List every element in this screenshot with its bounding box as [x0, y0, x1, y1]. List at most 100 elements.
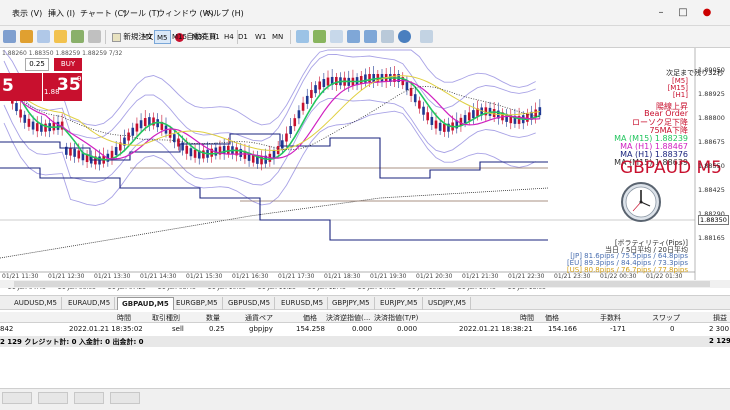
- zoom-in-icon[interactable]: [347, 30, 360, 43]
- timeframe-h1[interactable]: H1: [208, 30, 222, 44]
- cell-close-price: 154.166: [548, 325, 577, 333]
- candle-body: [114, 147, 118, 156]
- chart-tabs: AUDUSD,M5 EURAUD,M5 GBPAUD,M5 EURGBP,M5 …: [0, 295, 730, 310]
- tile-windows-icon[interactable]: [381, 30, 394, 43]
- ma-yellow-line: [3, 75, 540, 151]
- maximize-icon[interactable]: □: [676, 6, 690, 20]
- terminal-tab-4[interactable]: [110, 392, 140, 404]
- menu-chart[interactable]: チャート (C): [80, 8, 126, 19]
- long-term-ma: [0, 187, 549, 259]
- channel-lower: [0, 167, 548, 241]
- col-profit[interactable]: 損益: [713, 313, 727, 323]
- window-controls: – □ ●: [654, 6, 724, 20]
- time-tick-label-top: 01/21 11:30: [2, 273, 39, 280]
- candle-body: [372, 74, 375, 82]
- candle-body: [293, 118, 297, 127]
- chart-area[interactable]: 1.88260 1.88350 1.88259 1.88259 7/32 0.2…: [0, 48, 730, 296]
- navigator-icon[interactable]: [54, 30, 67, 43]
- mt4-window: 表示 (V) 挿入 (I) チャート (C) ツール (T) ウィンドウ (W)…: [0, 0, 730, 410]
- ma-dotted-line: [3, 82, 540, 151]
- timeframe-mn[interactable]: MN: [270, 30, 285, 44]
- candle-body: [189, 148, 193, 157]
- candle-body: [131, 127, 135, 136]
- col-take-profit[interactable]: 決済指値(T/P): [374, 313, 418, 323]
- candle-body: [430, 116, 434, 125]
- col-symbol[interactable]: 通貨ペア: [245, 313, 273, 323]
- tab-euraud[interactable]: EURAUD,M5: [64, 297, 116, 310]
- price-tick-label: 1.88800: [698, 114, 725, 122]
- sell-price-box[interactable]: 5: [0, 73, 42, 101]
- balance-row: 2 129 クレジット計: 0 入金計: 0 出金計: 0 2 129: [0, 336, 730, 347]
- tab-gbpjpy[interactable]: GBPJPY,M5: [328, 297, 375, 310]
- cell-take-profit: 0.000: [397, 325, 418, 333]
- timeframe-w1[interactable]: W1: [253, 30, 268, 44]
- terminal-tab-1[interactable]: [2, 392, 32, 404]
- analog-clock-icon: [621, 182, 661, 222]
- menu-tools[interactable]: ツール (T): [122, 8, 160, 19]
- buy-price-box[interactable]: 1.88 35 9: [42, 73, 82, 101]
- menu-insert[interactable]: 挿入 (I): [48, 8, 75, 19]
- candle-body: [326, 77, 330, 86]
- terminal-tab-2[interactable]: [38, 392, 68, 404]
- candle-body: [227, 145, 230, 154]
- candle-body: [318, 81, 321, 90]
- price-tick-label: 1.88550: [698, 162, 725, 170]
- col-swap[interactable]: スワップ: [652, 313, 680, 323]
- templates-icon[interactable]: [420, 30, 433, 43]
- price-tick-label: 1.89050: [698, 66, 725, 74]
- time-tick-label-top: 01/21 15:30: [186, 273, 223, 280]
- candle-body: [185, 145, 189, 154]
- timeframe-m30[interactable]: M30: [190, 30, 209, 44]
- bar-chart-icon[interactable]: [296, 30, 309, 43]
- timeframe-h4[interactable]: H4: [222, 30, 236, 44]
- tab-eurgbp[interactable]: EURGBP,M5: [172, 297, 223, 310]
- time-tick-label-top: 01/21 18:30: [324, 273, 361, 280]
- zoom-out-icon[interactable]: [364, 30, 377, 43]
- cell-symbol: gbpjpy: [249, 325, 273, 333]
- candle-body: [148, 117, 151, 126]
- tab-eurusd[interactable]: EURUSD,M5: [277, 297, 329, 310]
- timeframe-m15[interactable]: M15: [170, 30, 189, 44]
- tab-gbpusd[interactable]: GBPUSD,M5: [224, 297, 276, 310]
- menu-view[interactable]: 表示 (V): [12, 8, 42, 19]
- timeframe-d1[interactable]: D1: [236, 30, 250, 44]
- tab-gbpaud[interactable]: GBPAUD,M5: [117, 297, 174, 310]
- candle-body: [472, 110, 475, 119]
- profiles-icon[interactable]: [20, 30, 33, 43]
- tab-audusd[interactable]: AUDUSD,M5: [10, 297, 62, 310]
- new-chart-icon[interactable]: [3, 30, 16, 43]
- clock-periods-icon[interactable]: [398, 30, 411, 43]
- col-open-time[interactable]: 時間: [117, 313, 131, 323]
- time-tick-label-top: 01/21 21:30: [462, 273, 499, 280]
- notification-icon[interactable]: ●: [700, 6, 714, 20]
- terminal-tab-3[interactable]: [74, 392, 104, 404]
- candlestick-icon[interactable]: [313, 30, 326, 43]
- tab-eurjpy[interactable]: EURJPY,M5: [376, 297, 423, 310]
- col-close-time[interactable]: 時間: [520, 313, 534, 323]
- timeframe-m1[interactable]: M1: [140, 30, 155, 44]
- menu-help[interactable]: ヘルプ (H): [205, 8, 244, 19]
- lot-size-input[interactable]: 0.25: [25, 58, 49, 71]
- buy-button[interactable]: BUY: [54, 58, 82, 71]
- line-chart-icon[interactable]: [330, 30, 343, 43]
- col-volume[interactable]: 数量: [206, 313, 220, 323]
- terminal-icon[interactable]: [71, 30, 84, 43]
- col-commission[interactable]: 手数料: [600, 313, 621, 323]
- market-watch-icon[interactable]: [37, 30, 50, 43]
- tab-usdjpy[interactable]: USDJPY,M5: [424, 297, 472, 310]
- table-row[interactable]: 842 2022.01.21 18:35:02 sell 0.25 gbpjpy…: [0, 324, 730, 335]
- col-type[interactable]: 取引種別: [152, 313, 180, 323]
- candle-body: [73, 148, 76, 157]
- minimize-icon[interactable]: –: [654, 6, 668, 20]
- col-stop-loss[interactable]: 決済逆指値(...: [326, 313, 370, 323]
- col-close-price[interactable]: 価格: [545, 313, 559, 323]
- ma-green-line: [3, 77, 541, 161]
- one-click-trading-panel: 1.88260 1.88350 1.88259 1.88259 7/32 0.2…: [0, 50, 122, 101]
- col-open-price[interactable]: 価格: [303, 313, 317, 323]
- candle-body: [135, 123, 139, 132]
- chart-scrollbar-thumb[interactable]: [14, 281, 710, 287]
- chart-scrollbar[interactable]: [0, 280, 730, 288]
- timeframe-m5[interactable]: M5: [154, 30, 171, 44]
- strategy-tester-icon[interactable]: [88, 30, 101, 43]
- candle-body: [434, 120, 438, 129]
